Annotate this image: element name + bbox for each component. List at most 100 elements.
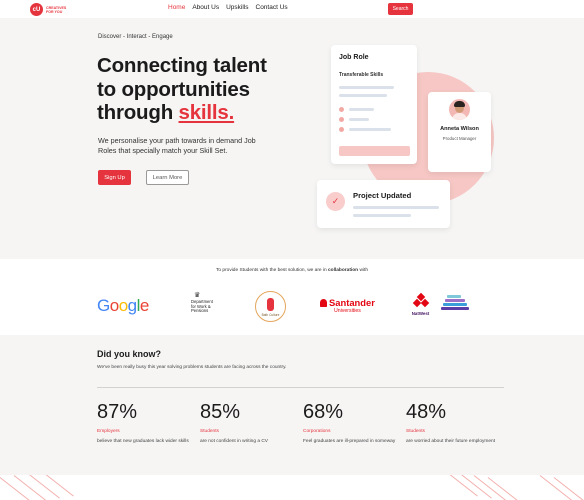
natwest-logo: NatWest — [409, 292, 432, 316]
natwest-cube-icon — [412, 292, 429, 308]
placeholder-bar — [339, 94, 387, 97]
check-icon: ✓ — [326, 192, 345, 211]
stat-item: 48% Students are worried about their fut… — [406, 401, 496, 446]
hero-section: Discover - Interact - Engage Connecting … — [0, 18, 584, 259]
hero-subtitle: We personalise your path towards in dema… — [98, 136, 256, 156]
stat-category: Students — [200, 429, 219, 434]
stat-value: 48% — [406, 401, 447, 423]
decor-stripe — [0, 477, 32, 500]
avatar-hair — [454, 101, 465, 107]
placeholder-bar — [339, 86, 394, 89]
dwp-logo: ♛ Department for Work & Pensions — [191, 292, 231, 314]
job-role-card: Job Role Transferable Skills — [331, 45, 417, 164]
profile-card: Anneta Wilson Product Manager — [428, 92, 491, 172]
placeholder-bar — [349, 128, 391, 131]
natwest-label: NatWest — [411, 311, 430, 316]
placeholder-bar — [353, 206, 439, 209]
google-letter: e — [139, 296, 149, 315]
headline-highlight: skills. — [178, 101, 235, 124]
santander-wordmark: Santander — [320, 297, 375, 308]
nav-links: Home About Us Upskills Contact Us — [168, 4, 288, 11]
nav-link-upskills[interactable]: Upskills — [226, 4, 248, 11]
santander-logo: Santander Universities — [320, 297, 375, 314]
decor-stripe — [13, 475, 46, 500]
headline-line3-prefix: through — [97, 101, 179, 124]
job-card-title: Job Role — [339, 54, 369, 61]
signup-button[interactable]: Sign Up — [98, 170, 131, 185]
section-title: Did you know? — [97, 349, 161, 359]
google-letter: o — [109, 296, 119, 315]
stat-description: Feel graduates are ill-prepared in somew… — [303, 439, 396, 444]
bath-culture-logo: Bath Culture — [255, 291, 286, 322]
bullet-dot — [339, 127, 344, 132]
avatar — [449, 99, 470, 120]
stat-description: believe that new graduates lack wider sk… — [97, 439, 189, 444]
stat-value: 85% — [200, 401, 241, 423]
google-letter: g — [127, 296, 137, 315]
stat-value: 87% — [97, 401, 138, 423]
dwp-name: Department for Work & Pensions — [191, 299, 231, 314]
decor-stripe — [27, 475, 60, 499]
nav-link-contact[interactable]: Contact Us — [256, 4, 288, 11]
stat-item: 87% Employers believe that new graduates… — [97, 401, 189, 446]
project-title: Project Updated — [353, 191, 412, 200]
stat-description: are not confident in writing a CV — [200, 439, 268, 444]
dwp-line3: Pensions — [191, 308, 209, 314]
collab-prefix: To provide Students with the best soluti… — [216, 268, 328, 273]
logo-stripe — [447, 295, 461, 298]
bath-label: Bath Culture — [261, 313, 280, 317]
divider — [97, 387, 504, 388]
stat-item: 85% Students are not confident in writin… — [200, 401, 290, 446]
decor-stripe — [41, 475, 74, 497]
placeholder-bar — [349, 118, 369, 121]
headline-line3: through skills. — [97, 101, 267, 125]
stat-category: Corporations — [303, 429, 331, 434]
learn-more-button[interactable]: Learn More — [146, 170, 189, 185]
placeholder-button-bar — [339, 146, 410, 156]
section-subtitle: We've been really busy this year solving… — [97, 365, 287, 370]
google-letter: G — [97, 296, 110, 315]
santander-sub: Universities — [334, 308, 361, 314]
collaboration-intro: To provide Students with the best soluti… — [0, 268, 584, 273]
job-card-subtitle: Transferable Skills — [339, 72, 384, 78]
brand-logo[interactable]: cU CREATIVES FOR YOU — [30, 3, 66, 16]
did-you-know-section: Did you know? We've been really busy thi… — [0, 335, 584, 475]
stat-item: 68% Corporations Feel graduates are ill-… — [303, 401, 395, 446]
nav-link-home[interactable]: Home — [168, 4, 185, 11]
headline-line1: Connecting talent — [97, 54, 267, 77]
santander-name: Santander — [329, 297, 375, 308]
logo-mark: cU — [30, 3, 43, 16]
bullet-dot — [339, 107, 344, 112]
placeholder-bar — [353, 214, 411, 217]
bullet-dot — [339, 117, 344, 122]
logo-line2: FOR YOU — [46, 9, 63, 14]
nav-link-about[interactable]: About Us — [192, 4, 219, 11]
collab-bold: collaboration — [328, 268, 359, 273]
google-logo: Google — [97, 296, 149, 316]
profile-name: Anneta Wilson — [440, 126, 479, 132]
decor-stripe — [445, 475, 478, 497]
stat-description: are worried about their future employmen… — [406, 439, 496, 444]
hero-tagline: Discover - Interact - Engage — [98, 34, 173, 40]
google-letter: o — [118, 296, 128, 315]
logo-stripe — [443, 303, 467, 306]
logo-stripe — [441, 307, 469, 310]
top-nav: cU CREATIVES FOR YOU Home About Us Upski… — [0, 0, 584, 18]
flame-icon — [320, 298, 327, 307]
logo-text: CREATIVES FOR YOU — [46, 6, 66, 14]
stat-category: Students — [406, 429, 425, 434]
profile-role: Product Manager — [442, 136, 477, 141]
footer-decoration — [0, 475, 584, 500]
search-button[interactable]: Search — [388, 3, 413, 15]
stat-category: Employers — [97, 429, 120, 434]
placeholder-bar — [349, 108, 374, 111]
stacked-books-logo — [441, 295, 471, 316]
bath-emblem — [267, 298, 274, 311]
hero-headline: Connecting talent to opportunities throu… — [97, 54, 267, 125]
project-updated-card: ✓ Project Updated — [317, 180, 450, 228]
logo-stripe — [445, 299, 465, 302]
collab-suffix: with — [358, 268, 368, 273]
avatar-body — [452, 113, 467, 120]
stat-value: 68% — [303, 401, 344, 423]
headline-line2: to opportunities — [97, 77, 250, 101]
